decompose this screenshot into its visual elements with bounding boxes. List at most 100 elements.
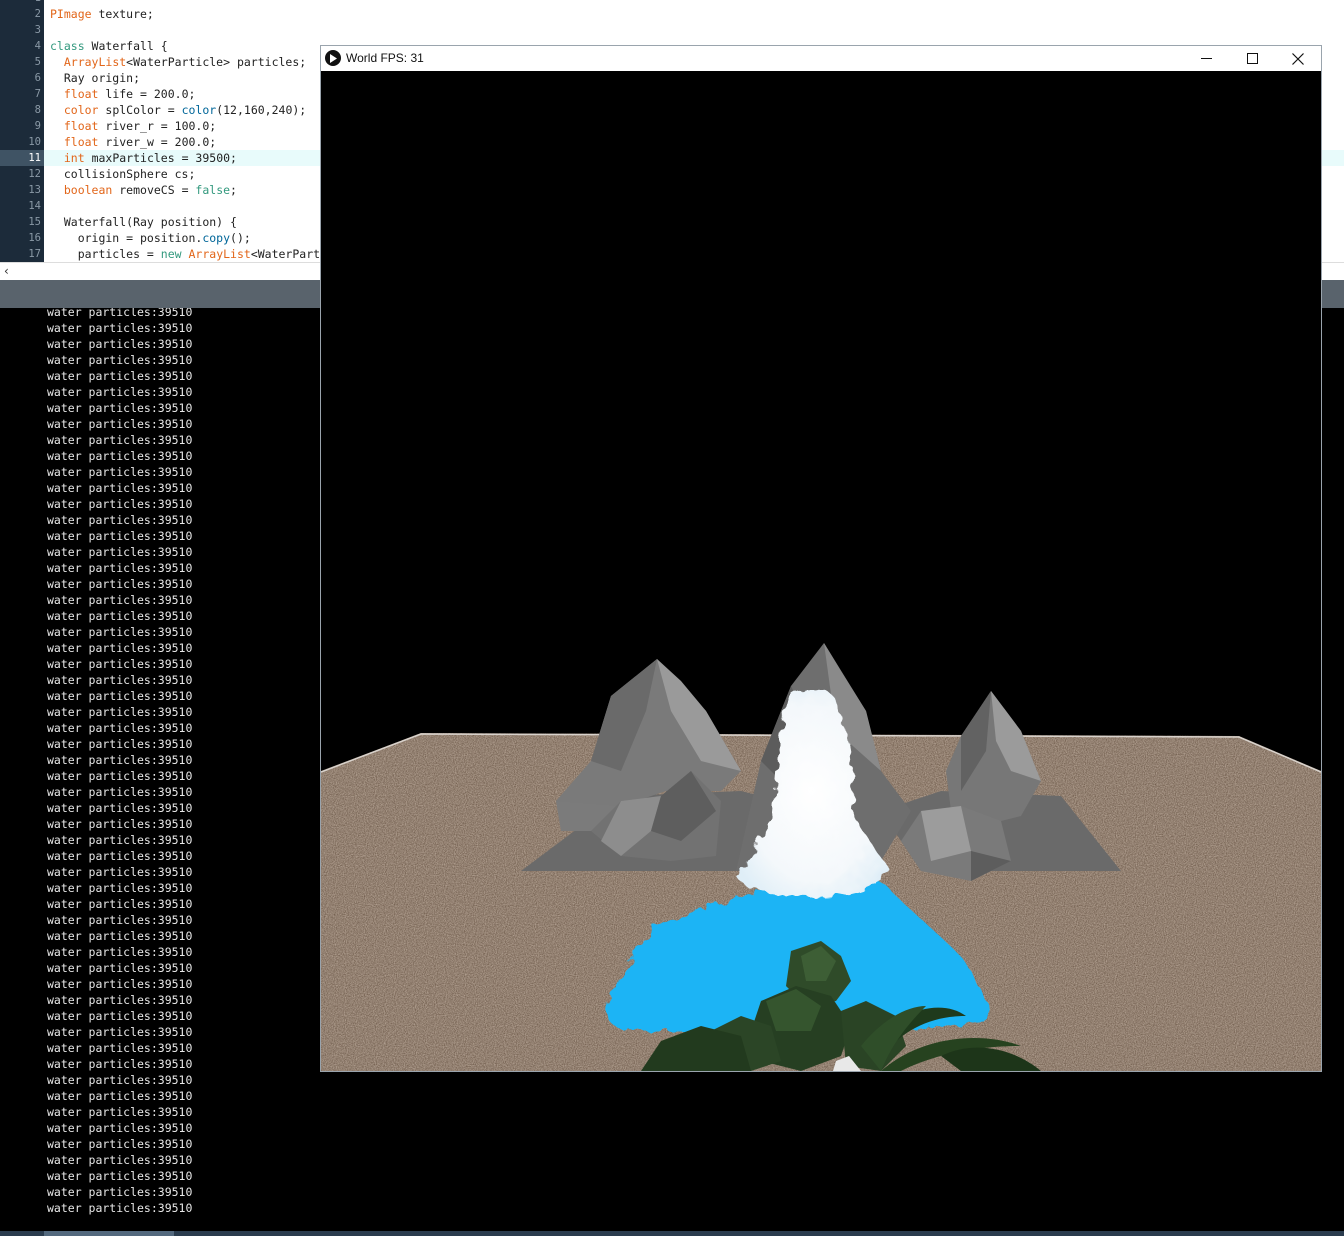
window-title: World FPS: 31 (346, 51, 424, 65)
line-number: 10 (28, 136, 41, 148)
line-number: 14 (28, 200, 41, 212)
maximize-icon (1246, 53, 1258, 64)
line-number: 8 (34, 104, 41, 116)
close-icon (1292, 52, 1304, 65)
console-line: water particles:39510 (47, 737, 193, 751)
line-number: 7 (34, 88, 41, 100)
code-text[interactable]: class Waterfall { (50, 38, 168, 54)
code-text[interactable]: float river_r = 100.0; (50, 118, 216, 134)
console-line: water particles:39510 (47, 673, 193, 687)
console-line: water particles:39510 (47, 337, 193, 351)
line-number: 9 (34, 120, 41, 132)
console-line: water particles:39510 (47, 1169, 193, 1183)
console-line: water particles:39510 (47, 513, 193, 527)
code-text[interactable]: boolean removeCS = false; (50, 182, 237, 198)
console-line: water particles:39510 (47, 753, 193, 767)
console-line: water particles:39510 (47, 625, 193, 639)
console-line: water particles:39510 (47, 433, 193, 447)
console-line: water particles:39510 (47, 1025, 193, 1039)
status-bar (0, 1231, 1344, 1236)
3d-scene-canvas[interactable] (321, 71, 1321, 1071)
line-number: 16 (28, 232, 41, 244)
console-line: water particles:39510 (47, 865, 193, 879)
console-line: water particles:39510 (47, 385, 193, 399)
console-line: water particles:39510 (47, 945, 193, 959)
console-line: water particles:39510 (47, 401, 193, 415)
code-text[interactable]: Ray origin; (50, 70, 140, 86)
console-line: water particles:39510 (47, 993, 193, 1007)
console-line: water particles:39510 (47, 1041, 193, 1055)
play-circle-icon (325, 50, 341, 66)
console-line: water particles:39510 (47, 1057, 193, 1071)
code-text[interactable]: int maxParticles = 39500; (50, 150, 237, 166)
console-line: water particles:39510 (47, 849, 193, 863)
window-titlebar[interactable]: World FPS: 31 (321, 46, 1321, 71)
console-line: water particles:39510 (47, 1105, 193, 1119)
code-text[interactable]: PImage texture; (50, 6, 154, 22)
line-number: 2 (34, 8, 41, 20)
code-text[interactable]: collisionSphere cs; (50, 166, 196, 182)
code-line[interactable]: 2 PImage texture; (0, 6, 1344, 22)
line-number: 13 (28, 184, 41, 196)
console-line: water particles:39510 (47, 465, 193, 479)
console-line: water particles:39510 (47, 1137, 193, 1151)
code-line[interactable]: 3 (0, 22, 1344, 38)
console-line: water particles:39510 (47, 1073, 193, 1087)
console-line: water particles:39510 (47, 1185, 193, 1199)
console-line: water particles:39510 (47, 1201, 193, 1215)
close-button[interactable] (1275, 46, 1321, 71)
code-text[interactable]: ArrayList<WaterParticle> particles; (50, 54, 306, 70)
console-line: water particles:39510 (47, 369, 193, 383)
console-line: water particles:39510 (47, 913, 193, 927)
minimize-button[interactable] (1183, 46, 1229, 71)
line-number: 11 (0, 150, 44, 166)
minimize-icon (1200, 58, 1212, 59)
code-text[interactable]: color splColor = color(12,160,240); (50, 102, 306, 118)
console-line: water particles:39510 (47, 1121, 193, 1135)
code-text[interactable]: float life = 200.0; (50, 86, 196, 102)
console-line: water particles:39510 (47, 609, 193, 623)
console-line: water particles:39510 (47, 721, 193, 735)
console-line: water particles:39510 (47, 689, 193, 703)
console-line: water particles:39510 (47, 929, 193, 943)
line-number: 5 (34, 56, 41, 68)
status-bar-tab[interactable] (44, 1231, 174, 1236)
code-text[interactable]: float river_w = 200.0; (50, 134, 216, 150)
console-line: water particles:39510 (47, 593, 193, 607)
console-line: water particles:39510 (47, 961, 193, 975)
console-line: water particles:39510 (47, 785, 193, 799)
console-line: water particles:39510 (47, 641, 193, 655)
code-text[interactable]: origin = position.copy(); (50, 230, 251, 246)
console-line: water particles:39510 (47, 577, 193, 591)
sketch-window[interactable]: World FPS: 31 (320, 45, 1322, 1072)
console-line: water particles:39510 (47, 1009, 193, 1023)
console-line: water particles:39510 (47, 977, 193, 991)
code-text[interactable]: Waterfall(Ray position) { (50, 214, 237, 230)
console-line: water particles:39510 (47, 1153, 193, 1167)
console-line: water particles:39510 (47, 545, 193, 559)
console-line: water particles:39510 (47, 353, 193, 367)
line-number: 4 (34, 40, 41, 52)
scroll-left-icon[interactable]: ‹ (4, 263, 9, 279)
console-line: water particles:39510 (47, 897, 193, 911)
line-number: 3 (34, 24, 41, 36)
console-line: water particles:39510 (47, 529, 193, 543)
console-line: water particles:39510 (47, 817, 193, 831)
line-number: 17 (28, 248, 41, 260)
console-line: water particles:39510 (47, 705, 193, 719)
console-line: water particles:39510 (47, 417, 193, 431)
console-line: water particles:39510 (47, 801, 193, 815)
console-line: water particles:39510 (47, 881, 193, 895)
console-line: water particles:39510 (47, 657, 193, 671)
console-line: water particles:39510 (47, 308, 193, 319)
line-number: 12 (28, 168, 41, 180)
console-line: water particles:39510 (47, 769, 193, 783)
console-line: water particles:39510 (47, 1089, 193, 1103)
console-line: water particles:39510 (47, 833, 193, 847)
console-line: water particles:39510 (47, 481, 193, 495)
console-line: water particles:39510 (47, 449, 193, 463)
line-number: 15 (28, 216, 41, 228)
maximize-button[interactable] (1229, 46, 1275, 71)
console-line: water particles:39510 (47, 561, 193, 575)
console-line: water particles:39510 (47, 497, 193, 511)
